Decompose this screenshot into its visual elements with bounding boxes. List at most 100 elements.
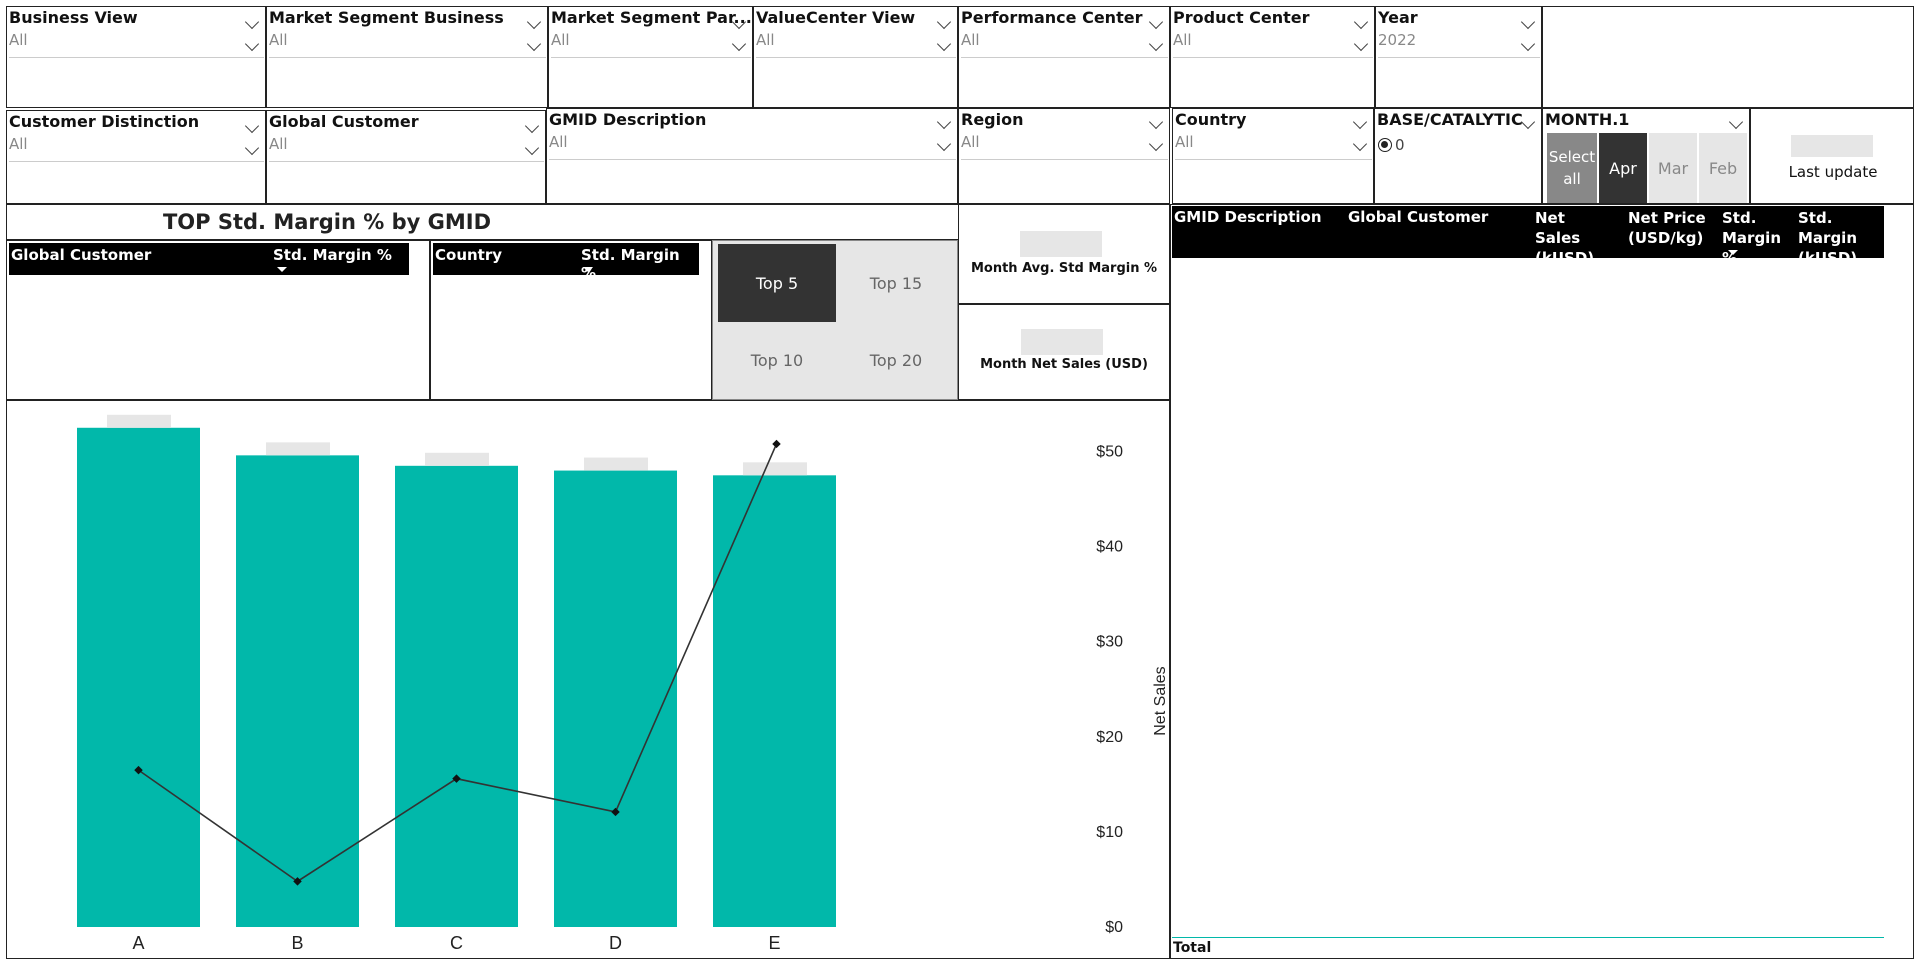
- slicer-year[interactable]: Year 2022: [1375, 6, 1542, 108]
- chevron-down-icon[interactable]: [1520, 14, 1536, 30]
- chevron-down-icon[interactable]: [1353, 36, 1369, 52]
- divider: [549, 159, 956, 160]
- sort-desc-icon: [1728, 250, 1738, 255]
- radio-button[interactable]: [1378, 138, 1392, 152]
- slicer-business-view[interactable]: Business View All: [6, 6, 266, 108]
- column-header-net-sales[interactable]: Net Sales (kUSD): [1535, 208, 1605, 268]
- month-feb-button[interactable]: Feb: [1699, 133, 1747, 203]
- slicer-value[interactable]: All: [269, 135, 288, 153]
- chevron-down-icon[interactable]: [1148, 114, 1164, 130]
- top-5-button[interactable]: Top 5: [718, 244, 836, 322]
- slicer-title: Region: [961, 110, 1024, 129]
- y-tick-label: $20: [1096, 729, 1123, 746]
- line-point[interactable]: [772, 439, 781, 449]
- divider: [9, 161, 264, 162]
- y-tick-label: $30: [1096, 634, 1123, 651]
- sort-desc-icon: [583, 267, 593, 272]
- chevron-down-icon[interactable]: [526, 36, 542, 52]
- last-update-card: Last update: [1750, 108, 1914, 204]
- slicer-value[interactable]: All: [1175, 133, 1194, 151]
- slicer-value[interactable]: All: [551, 31, 570, 49]
- top-15-button[interactable]: Top 15: [837, 244, 955, 322]
- x-tick-label: D: [609, 933, 622, 953]
- slicer-customer-distinction[interactable]: Customer Distinction All: [6, 110, 266, 204]
- chevron-down-icon[interactable]: [1148, 36, 1164, 52]
- slicer-month[interactable]: MONTH.1 Select all Apr Mar Feb: [1542, 108, 1750, 204]
- chevron-down-icon[interactable]: [1352, 136, 1368, 152]
- slicer-global-customer[interactable]: Global Customer All: [266, 110, 546, 204]
- chevron-down-icon[interactable]: [1352, 114, 1368, 130]
- chevron-down-icon[interactable]: [936, 136, 952, 152]
- top-10-button[interactable]: Top 10: [718, 323, 836, 397]
- chevron-down-icon[interactable]: [244, 118, 260, 134]
- slicer-country[interactable]: Country All: [1172, 108, 1374, 204]
- slicer-title: Global Customer: [269, 112, 419, 131]
- slicer-value[interactable]: All: [269, 31, 288, 49]
- slicer-value[interactable]: All: [756, 31, 775, 49]
- slicer-market-segment-par[interactable]: Market Segment Par... All: [548, 6, 753, 108]
- top-20-button[interactable]: Top 20: [837, 323, 955, 397]
- chevron-down-icon[interactable]: [1520, 114, 1536, 130]
- top-n-selector: Top 5 Top 15 Top 10 Top 20: [712, 240, 958, 400]
- column-header-global-customer[interactable]: Global Customer: [1348, 208, 1488, 226]
- radio-dot-icon: [1381, 141, 1388, 148]
- chevron-down-icon[interactable]: [1148, 136, 1164, 152]
- slicer-value[interactable]: All: [961, 133, 980, 151]
- slicer-value[interactable]: 2022: [1378, 31, 1416, 49]
- chevron-down-icon[interactable]: [1353, 14, 1369, 30]
- kpi-net-sales-card: Month Net Sales (USD): [958, 304, 1170, 400]
- slicer-performance-center[interactable]: Performance Center All: [958, 6, 1170, 108]
- slicer-product-center[interactable]: Product Center All: [1170, 6, 1375, 108]
- kpi-label: Month Avg. Std Margin %: [970, 261, 1158, 276]
- column-header-std-margin[interactable]: Std. Margin %: [581, 246, 699, 282]
- bar-d[interactable]: [554, 470, 677, 927]
- bar-c[interactable]: [395, 465, 518, 927]
- slicer-value[interactable]: All: [9, 135, 28, 153]
- chevron-down-icon[interactable]: [936, 36, 952, 52]
- month-apr-button[interactable]: Apr: [1599, 133, 1647, 203]
- column-header-country[interactable]: Country: [435, 246, 502, 264]
- chevron-down-icon[interactable]: [936, 14, 952, 30]
- column-header-std-margin-pct[interactable]: Std. Margin %: [1722, 208, 1797, 268]
- divider: [961, 159, 1168, 160]
- month-select-all-button[interactable]: Select all: [1547, 133, 1597, 203]
- slicer-value[interactable]: All: [1173, 31, 1192, 49]
- slicer-value[interactable]: All: [549, 133, 568, 151]
- chevron-down-icon[interactable]: [936, 114, 952, 130]
- data-label-placeholder: [425, 452, 489, 466]
- slicer-value[interactable]: All: [961, 31, 980, 49]
- column-header-global-customer[interactable]: Global Customer: [11, 246, 151, 264]
- chevron-down-icon[interactable]: [524, 140, 540, 156]
- slicer-base-catalytic[interactable]: BASE/CATALYTIC 0: [1374, 108, 1542, 204]
- slicer-title: Market Segment Business: [269, 8, 504, 27]
- slicer-valuecenter-view[interactable]: ValueCenter View All: [753, 6, 958, 108]
- slicer-value[interactable]: All: [9, 31, 28, 49]
- bar-e[interactable]: [713, 475, 836, 927]
- section-title: TOP Std. Margin % by GMID: [162, 210, 492, 234]
- divider: [1175, 159, 1372, 160]
- column-header-net-price[interactable]: Net Price (USD/kg): [1628, 208, 1708, 248]
- chevron-down-icon[interactable]: [1148, 14, 1164, 30]
- x-tick-label: E: [768, 933, 780, 953]
- data-label-placeholder: [584, 457, 648, 471]
- chevron-down-icon[interactable]: [244, 36, 260, 52]
- sort-desc-icon: [277, 267, 287, 272]
- bar-line-chart: $0 $10 $20 $30 $40 $50 A B C D E Net Sales: [77, 414, 1169, 953]
- slicer-market-segment-business[interactable]: Market Segment Business All: [266, 6, 548, 108]
- column-header-gmid[interactable]: GMID Description: [1174, 208, 1322, 226]
- chevron-down-icon[interactable]: [524, 118, 540, 134]
- chevron-down-icon[interactable]: [731, 36, 747, 52]
- column-header-std-margin-kusd[interactable]: Std. Margin (kUSD): [1798, 208, 1888, 268]
- chevron-down-icon[interactable]: [1520, 36, 1536, 52]
- chevron-down-icon[interactable]: [244, 14, 260, 30]
- slicer-region[interactable]: Region All: [958, 108, 1170, 204]
- bar-b[interactable]: [236, 455, 359, 927]
- chevron-down-icon[interactable]: [244, 140, 260, 156]
- chevron-down-icon[interactable]: [526, 14, 542, 30]
- month-mar-button[interactable]: Mar: [1649, 133, 1697, 203]
- column-header-std-margin[interactable]: Std. Margin %: [273, 246, 392, 264]
- chevron-down-icon[interactable]: [1728, 114, 1744, 130]
- blank-panel: [1542, 6, 1914, 108]
- slicer-gmid-description[interactable]: GMID Description All: [546, 108, 958, 204]
- bar-a[interactable]: [77, 427, 200, 927]
